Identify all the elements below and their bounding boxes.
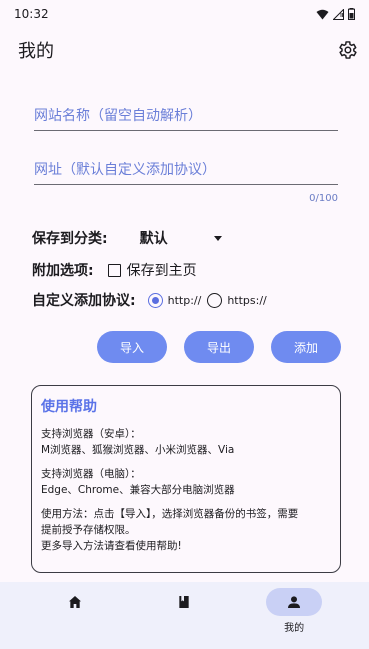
url-field[interactable]: [34, 159, 338, 185]
protocol-http-label[interactable]: http://: [168, 294, 202, 307]
save-home-label[interactable]: 保存到主页: [127, 260, 197, 280]
app-bar: 我的: [0, 28, 369, 72]
nav-mine[interactable]: 我的: [257, 582, 331, 642]
site-name-underline: [34, 130, 338, 131]
nav-book[interactable]: [147, 582, 221, 642]
page-title: 我的: [18, 41, 54, 62]
signal-icon: [333, 8, 344, 20]
help-usage-3: 更多导入方法请查看使用帮助!: [41, 540, 182, 552]
battery-icon: [348, 8, 355, 20]
category-row: 保存到分类: 默认: [32, 228, 222, 248]
url-underline: [34, 184, 338, 185]
protocol-https-radio[interactable]: [207, 292, 223, 308]
nav-mine-pill: [266, 588, 323, 616]
bottom-nav: 我的: [0, 582, 369, 649]
status-bar: 10:32: [0, 0, 369, 28]
category-dropdown[interactable]: 默认: [140, 228, 222, 248]
wifi-icon: [316, 9, 329, 19]
help-pc-head: 支持浏览器（电脑）：: [41, 468, 141, 480]
nav-book-pill: [156, 588, 212, 616]
help-android-head: 支持浏览器（安卓）：: [41, 428, 141, 440]
help-card: 使用帮助 支持浏览器（安卓）： M浏览器、狐猴浏览器、小米浏览器、Via 支持浏…: [31, 385, 341, 573]
extra-options-label: 附加选项:: [32, 263, 94, 279]
status-icons: [316, 8, 355, 20]
settings-button[interactable]: [335, 38, 359, 62]
protocol-http-radio[interactable]: [147, 292, 163, 308]
category-label: 保存到分类:: [32, 231, 108, 247]
help-usage-1: 使用方法：点击【导入】，选择浏览器备份的书签，需要: [41, 508, 299, 520]
person-icon: [288, 596, 301, 608]
home-icon: [68, 596, 81, 608]
help-pc-list: Edge、Chrome、兼容大部分电脑浏览器: [41, 484, 235, 496]
extra-options-row: 附加选项: 保存到主页: [32, 260, 197, 280]
protocol-label: 自定义添加协议:: [32, 293, 136, 309]
gear-icon: [339, 41, 357, 59]
protocol-row: 自定义添加协议: http:// https://: [32, 290, 273, 310]
category-value: 默认: [139, 231, 168, 247]
add-button[interactable]: 添加: [271, 331, 341, 363]
site-name-input[interactable]: [34, 108, 338, 130]
status-time: 10:32: [14, 7, 49, 21]
site-name-field[interactable]: [34, 105, 338, 131]
import-button[interactable]: 导入: [97, 331, 167, 363]
char-counter: 0/100: [309, 193, 338, 204]
nav-home[interactable]: [38, 582, 112, 642]
help-title: 使用帮助: [41, 399, 97, 415]
nav-home-pill: [47, 588, 103, 616]
help-usage-2: 提前授予存储权限。: [41, 524, 136, 536]
url-input[interactable]: [34, 162, 338, 184]
protocol-https-label[interactable]: https://: [227, 294, 266, 307]
nav-mine-label: 我的: [284, 623, 305, 634]
export-button[interactable]: 导出: [184, 331, 254, 363]
save-home-checkbox[interactable]: [107, 263, 121, 277]
help-android-list: M浏览器、狐猴浏览器、小米浏览器、Via: [41, 444, 235, 456]
book-icon: [179, 596, 190, 608]
caret-down-icon: [213, 235, 222, 241]
